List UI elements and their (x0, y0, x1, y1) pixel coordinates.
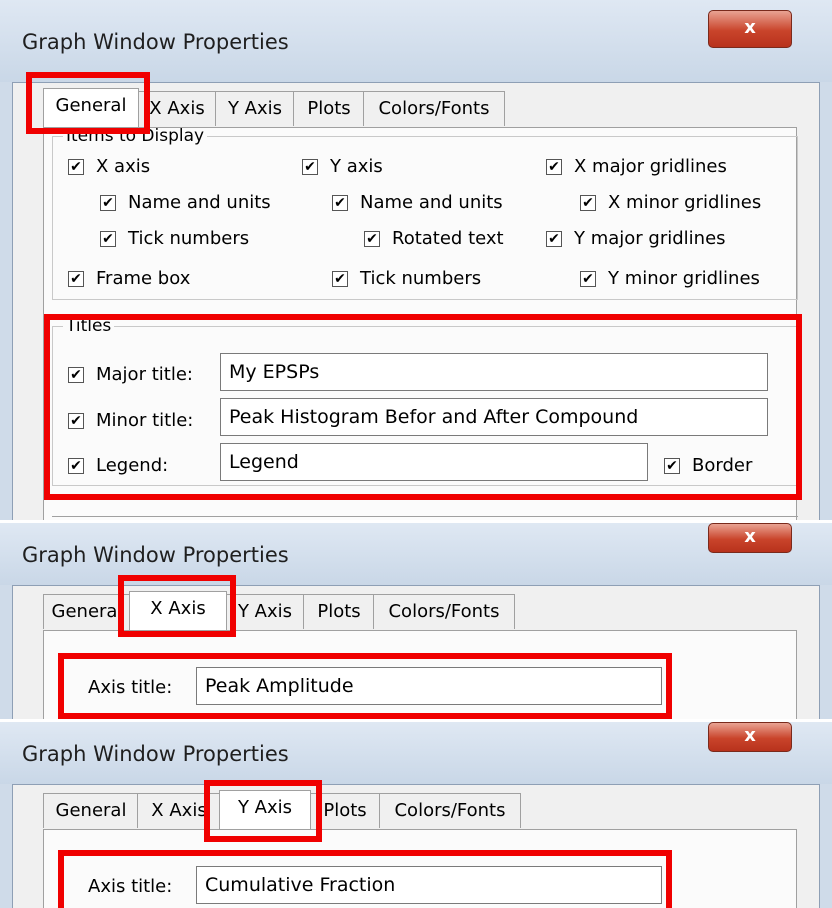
checkbox-check: ✔ (332, 194, 348, 211)
y-minor-gridlines-label: Y minor gridlines (608, 268, 760, 289)
highlight-titles-group (44, 314, 802, 500)
checkbox-check: ✔ (546, 230, 562, 247)
y-minor-gridlines-checkbox[interactable]: ✔ Y minor gridlines (580, 268, 760, 289)
y-major-gridlines-label: Y major gridlines (574, 228, 726, 249)
y-major-gridlines-checkbox[interactable]: ✔ Y major gridlines (546, 228, 726, 249)
x-tick-numbers-checkbox[interactable]: ✔ Tick numbers (100, 228, 249, 249)
x-name-units-checkbox[interactable]: ✔ Name and units (100, 192, 271, 213)
next-group-edge (52, 516, 798, 517)
x-minor-gridlines-label: X minor gridlines (608, 192, 762, 213)
x-axis-tab-dialog: Graph Window Properties x General X Axis… (0, 523, 832, 719)
checkbox-check: ✔ (332, 270, 348, 287)
tab-general[interactable]: General (43, 793, 139, 828)
highlight-general-tab (26, 72, 150, 134)
window-title: Graph Window Properties (22, 30, 289, 54)
tab-plots[interactable]: Plots (293, 91, 365, 126)
x-tick-numbers-label: Tick numbers (128, 228, 250, 249)
rotated-text-label: Rotated text (392, 228, 504, 249)
y-tick-numbers-label: Tick numbers (360, 268, 482, 289)
checkbox-check: ✔ (68, 270, 84, 287)
y-name-units-checkbox[interactable]: ✔ Name and units (332, 192, 503, 213)
window-title: Graph Window Properties (22, 543, 289, 567)
general-tab-dialog: Graph Window Properties x General X Axis… (0, 0, 832, 520)
tab-y-axis[interactable]: Y Axis (225, 594, 305, 629)
close-button[interactable]: x (708, 10, 792, 48)
checkbox-check: ✔ (68, 158, 84, 175)
checkbox-check: ✔ (100, 194, 116, 211)
x-minor-gridlines-checkbox[interactable]: ✔ X minor gridlines (580, 192, 761, 213)
y-tick-numbers-checkbox[interactable]: ✔ Tick numbers (332, 268, 481, 289)
x-name-units-label: Name and units (128, 192, 271, 213)
checkbox-check: ✔ (364, 230, 380, 247)
tab-y-axis[interactable]: Y Axis (215, 91, 295, 126)
tab-colors-fonts[interactable]: Colors/Fonts (363, 91, 505, 126)
tab-colors-fonts[interactable]: Colors/Fonts (379, 793, 521, 828)
rotated-text-checkbox[interactable]: ✔ Rotated text (364, 228, 504, 249)
tab-colors-fonts[interactable]: Colors/Fonts (373, 594, 515, 629)
x-major-gridlines-checkbox[interactable]: ✔ X major gridlines (546, 156, 727, 177)
checkbox-check: ✔ (580, 270, 596, 287)
highlight-axis-title (58, 653, 672, 719)
title-bar: Graph Window Properties x (0, 722, 832, 784)
tab-plots[interactable]: Plots (303, 594, 375, 629)
x-axis-checkbox[interactable]: ✔ X axis (68, 156, 150, 177)
close-button[interactable]: x (708, 722, 792, 752)
checkbox-check: ✔ (580, 194, 596, 211)
y-axis-label: Y axis (330, 156, 383, 177)
frame-box-checkbox[interactable]: ✔ Frame box (68, 268, 190, 289)
close-button[interactable]: x (708, 523, 792, 553)
frame-box-label: Frame box (96, 268, 191, 289)
y-name-units-label: Name and units (360, 192, 503, 213)
y-axis-checkbox[interactable]: ✔ Y axis (302, 156, 383, 177)
checkbox-check: ✔ (100, 230, 116, 247)
title-bar: Graph Window Properties x (0, 0, 832, 82)
highlight-axis-title (58, 850, 672, 908)
window-title: Graph Window Properties (22, 742, 289, 766)
x-axis-label: X axis (96, 156, 151, 177)
highlight-x-axis-tab (118, 575, 236, 637)
highlight-y-axis-tab (204, 780, 322, 842)
checkbox-check: ✔ (546, 158, 562, 175)
y-axis-tab-dialog: Graph Window Properties x General X Axis… (0, 722, 832, 908)
checkbox-check: ✔ (302, 158, 318, 175)
x-major-gridlines-label: X major gridlines (574, 156, 727, 177)
